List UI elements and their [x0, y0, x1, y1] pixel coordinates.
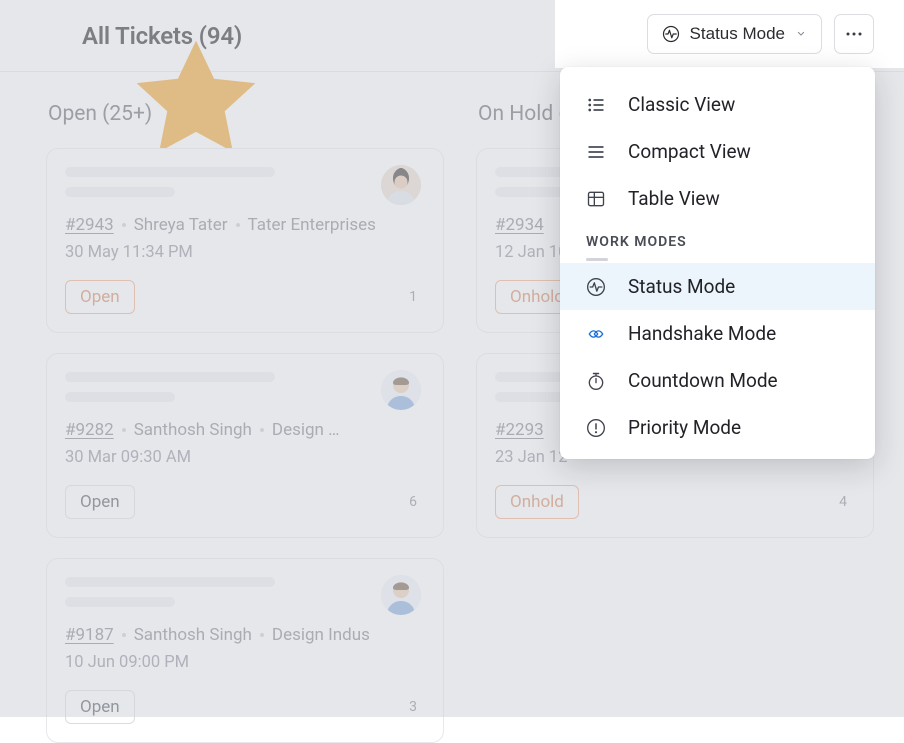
ticket-date: 10 Jun 09:00 PM [65, 653, 419, 672]
lines-icon [586, 142, 606, 162]
status-badge[interactable]: Onhold [495, 485, 579, 519]
handshake-icon [586, 324, 606, 344]
skeleton-line [65, 577, 275, 587]
dropdown-item-label: Handshake Mode [628, 322, 776, 345]
alert-icon [586, 418, 606, 438]
list-icon [586, 95, 606, 115]
dropdown-item-label: Classic View [628, 93, 735, 116]
dropdown-item-label: Countdown Mode [628, 369, 778, 392]
view-mode-dropdown: Classic View Compact View Table View WOR… [560, 67, 875, 459]
page-title: All Tickets (94) [82, 22, 242, 50]
ticket-card[interactable]: #9282 Santhosh Singh Design … 30 Mar 09:30… [46, 353, 444, 538]
ticket-id[interactable]: #2943 [65, 215, 114, 235]
ticket-id[interactable]: #2934 [495, 215, 544, 235]
skeleton-line [65, 597, 175, 607]
dropdown-section-header: WORK MODES [586, 234, 851, 261]
status-badge[interactable]: Open [65, 485, 135, 519]
ticket-org: Design Indus [272, 625, 370, 645]
ticket-count: 3 [409, 699, 419, 715]
dropdown-item-compact-view[interactable]: Compact View [560, 128, 875, 175]
avatar [381, 165, 421, 205]
skeleton-line [65, 372, 275, 382]
pulse-icon [586, 277, 606, 297]
ticket-count: 6 [409, 494, 419, 510]
chevron-down-icon [795, 28, 807, 40]
table-icon [586, 189, 606, 209]
dropdown-item-label: Table View [628, 187, 720, 210]
more-button[interactable] [834, 14, 874, 54]
ticket-agent: Shreya Tater [134, 215, 228, 235]
skeleton-line [65, 187, 175, 197]
ticket-agent: Santhosh Singh [134, 625, 252, 645]
ticket-org: Design … [272, 420, 340, 440]
avatar [381, 575, 421, 615]
ticket-count: 4 [839, 494, 849, 510]
ticket-date: 30 May 11:34 PM [65, 243, 419, 262]
column-open: Open (25+) #2943 Shreya Tater Tater Enterp… [46, 90, 444, 689]
dropdown-item-label: Priority Mode [628, 416, 741, 439]
status-badge[interactable]: Open [65, 280, 135, 314]
ticket-count: 1 [409, 289, 419, 305]
more-icon [845, 31, 863, 37]
dropdown-item-table-view[interactable]: Table View [560, 175, 875, 222]
ticket-date: 30 Mar 09:30 AM [65, 448, 419, 467]
ticket-id[interactable]: #9187 [65, 625, 114, 645]
dropdown-item-handshake-mode[interactable]: Handshake Mode [560, 310, 875, 357]
dropdown-item-classic-view[interactable]: Classic View [560, 81, 875, 128]
dropdown-item-label: Status Mode [628, 275, 735, 298]
column-open-title: Open (25+) [48, 102, 444, 126]
dropdown-section-label: WORK MODES [586, 234, 851, 250]
dropdown-item-label: Compact View [628, 140, 751, 163]
skeleton-line [65, 392, 175, 402]
status-badge[interactable]: Open [65, 690, 135, 724]
ticket-id[interactable]: #9282 [65, 420, 114, 440]
dropdown-item-countdown-mode[interactable]: Countdown Mode [560, 357, 875, 404]
star-icon [46, 25, 68, 47]
mode-select-button[interactable]: Status Mode [647, 14, 822, 54]
avatar [381, 370, 421, 410]
skeleton-line [65, 167, 275, 177]
ticket-card[interactable]: #2943 Shreya Tater Tater Enterprises 30 Ma… [46, 148, 444, 333]
dropdown-item-status-mode[interactable]: Status Mode [560, 263, 875, 310]
mode-select-label: Status Mode [690, 24, 785, 44]
stopwatch-icon [586, 371, 606, 391]
ticket-card[interactable]: #9187 Santhosh Singh Design Indus 10 Jun 0… [46, 558, 444, 743]
ticket-id[interactable]: #2293 [495, 420, 544, 440]
pulse-icon [662, 25, 680, 43]
ticket-agent: Santhosh Singh [134, 420, 252, 440]
ticket-org: Tater Enterprises [248, 215, 376, 235]
toolbar-zone: Status Mode [555, 0, 904, 68]
dropdown-item-priority-mode[interactable]: Priority Mode [560, 404, 875, 451]
